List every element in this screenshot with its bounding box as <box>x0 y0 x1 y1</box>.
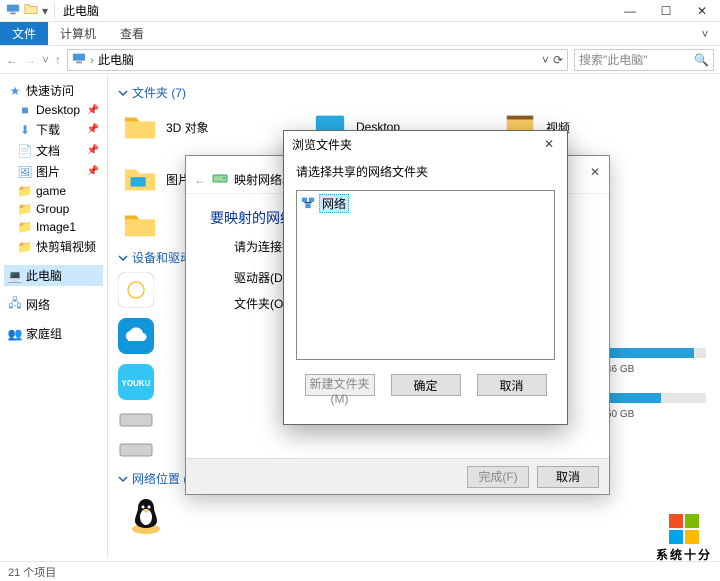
ribbon-expand-icon[interactable]: ˅ <box>690 22 720 45</box>
desktop-icon: ■ <box>18 103 32 117</box>
star-icon: ★ <box>8 84 22 98</box>
folder-tree[interactable]: 网络 <box>296 190 555 360</box>
download-icon: ⬇ <box>18 123 32 137</box>
folder-icon: 📁 <box>18 240 32 254</box>
pc-icon <box>72 51 86 68</box>
watermark-logo: 系统十分 <box>656 514 712 563</box>
folder-icon <box>24 2 38 19</box>
network-icon <box>301 195 315 212</box>
tux-icon[interactable] <box>126 495 166 535</box>
tab-view[interactable]: 查看 <box>108 22 156 45</box>
dialog-close-button[interactable]: ✕ <box>585 162 605 182</box>
status-bar: 21 个项目 <box>0 561 720 581</box>
finish-button[interactable]: 完成(F) <box>467 466 529 488</box>
browse-folder-dialog: 浏览文件夹 ✕ 请选择共享的网络文件夹 网络 新建文件夹(M) 确定 取消 <box>283 130 568 425</box>
item-count: 21 个项目 <box>8 564 56 580</box>
folder-3d-objects[interactable]: 3D 对象 <box>118 107 308 147</box>
chevron-down-icon <box>118 88 128 98</box>
dialog-close-button[interactable]: ✕ <box>539 137 559 151</box>
folder-icon <box>122 109 158 145</box>
history-dropdown-icon[interactable]: ˅ <box>542 53 549 67</box>
nav-tree: ★快速访问 ■Desktop📌 ⬇下载📌 📄文档📌 🖼图片📌 📁game 📁Gr… <box>0 74 108 558</box>
tree-image1[interactable]: 📁Image1 <box>4 218 103 236</box>
pc-icon <box>6 2 20 19</box>
search-icon[interactable]: 🔍 <box>694 53 709 67</box>
tree-desktop[interactable]: ■Desktop📌 <box>4 101 103 119</box>
group-folders[interactable]: 文件夹 (7) <box>118 84 710 101</box>
address-bar[interactable]: › 此电脑 ˅ ⟳ <box>67 49 568 71</box>
picture-icon: 🖼 <box>18 165 32 179</box>
minimize-button[interactable]: — <box>612 0 648 22</box>
nav-recent-icon[interactable]: ˅ <box>42 53 49 67</box>
pc-icon: 💻 <box>8 269 22 283</box>
ok-button[interactable]: 确定 <box>391 374 461 396</box>
address-bar-row: ← → ˅ ↑ › 此电脑 ˅ ⟳ 搜索"此电脑" 🔍 <box>0 46 720 74</box>
nav-up-icon[interactable]: ↑ <box>55 53 61 67</box>
folder-icon: 📁 <box>18 220 32 234</box>
pin-icon: 📌 <box>87 105 99 116</box>
tree-pictures[interactable]: 🖼图片📌 <box>4 161 103 182</box>
homegroup-icon: 👥 <box>8 327 22 341</box>
pin-icon: 📌 <box>87 166 99 177</box>
folder-icon <box>122 207 158 243</box>
picture-icon <box>122 161 158 197</box>
tree-homegroup[interactable]: 👥家庭组 <box>4 323 103 344</box>
tree-downloads[interactable]: ⬇下载📌 <box>4 119 103 140</box>
photos-app-icon[interactable] <box>118 272 154 308</box>
tree-node-network[interactable]: 网络 <box>299 193 552 214</box>
microsoft-icon <box>669 514 699 544</box>
cloud-app-icon[interactable] <box>118 318 154 354</box>
tab-file[interactable]: 文件 <box>0 22 48 45</box>
tree-kuaijianji[interactable]: 📁快剪辑视频 <box>4 236 103 257</box>
title-bar: ▾ 此电脑 — ☐ ✕ <box>0 0 720 22</box>
tree-documents[interactable]: 📄文档📌 <box>4 140 103 161</box>
search-placeholder: 搜索"此电脑" <box>579 51 694 68</box>
dialog-title: 浏览文件夹 <box>292 136 352 153</box>
ribbon-tabs: 文件 计算机 查看 ˅ <box>0 22 720 46</box>
network-drive-icon <box>212 170 228 189</box>
drive-icon[interactable] <box>118 410 154 430</box>
tree-quick-access[interactable]: ★快速访问 <box>4 80 103 101</box>
quick-access-toolbar: ▾ <box>0 2 54 19</box>
cancel-button[interactable]: 取消 <box>537 466 599 488</box>
maximize-button[interactable]: ☐ <box>648 0 684 22</box>
nav-back-icon[interactable]: ← <box>6 53 18 67</box>
youku-app-icon[interactable]: YOUKU <box>118 364 154 400</box>
breadcrumb[interactable]: 此电脑 <box>98 51 134 68</box>
close-button[interactable]: ✕ <box>684 0 720 22</box>
wizard-back-icon[interactable]: ← <box>194 173 206 187</box>
new-folder-button[interactable]: 新建文件夹(M) <box>305 374 375 396</box>
tree-this-pc[interactable]: 💻此电脑 <box>4 265 103 286</box>
tree-group[interactable]: 📁Group <box>4 200 103 218</box>
document-icon: 📄 <box>18 144 32 158</box>
dropdown-icon[interactable]: ▾ <box>42 4 48 18</box>
tree-game[interactable]: 📁game <box>4 182 103 200</box>
tree-network[interactable]: 🖧网络 <box>4 294 103 315</box>
chevron-down-icon <box>118 253 128 263</box>
refresh-icon[interactable]: ⟳ <box>553 53 563 67</box>
tab-computer[interactable]: 计算机 <box>48 22 108 45</box>
pin-icon: 📌 <box>87 124 99 135</box>
folder-icon: 📁 <box>18 202 32 216</box>
search-input[interactable]: 搜索"此电脑" 🔍 <box>574 49 714 71</box>
svg-text:YOUKU: YOUKU <box>122 379 151 388</box>
pin-icon: 📌 <box>87 145 99 156</box>
drive-capacity: 46 GB 50 GB <box>606 342 706 420</box>
window-title: 此电脑 <box>55 2 99 19</box>
folder-icon: 📁 <box>18 184 32 198</box>
network-icon: 🖧 <box>8 298 22 312</box>
nav-forward-icon[interactable]: → <box>24 53 36 67</box>
dialog-message: 请选择共享的网络文件夹 <box>284 157 567 190</box>
drive-icon[interactable] <box>118 440 154 460</box>
cancel-button[interactable]: 取消 <box>477 374 547 396</box>
chevron-down-icon <box>118 474 128 484</box>
